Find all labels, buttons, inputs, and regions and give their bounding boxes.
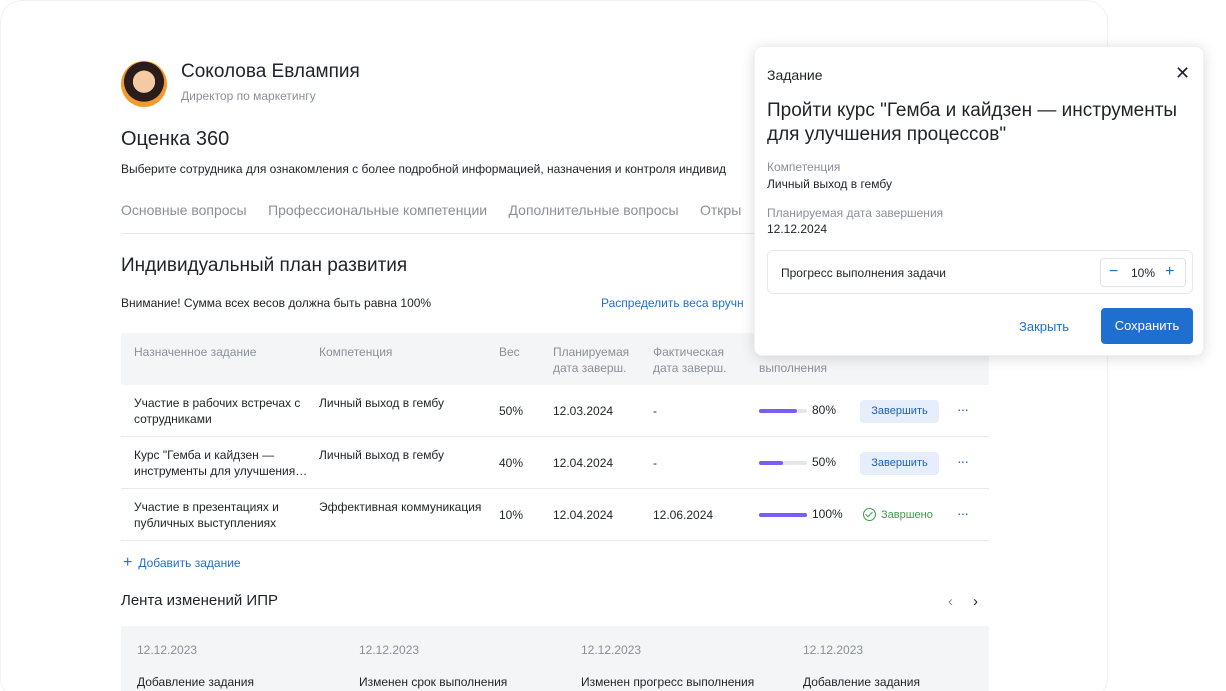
person-role: Директор по маркетингу [181,89,316,103]
status-badge: Завршено [863,508,933,521]
row-competence: Личный выход в гембу [319,448,444,462]
avatar [121,61,167,107]
page-title: Оценка 360 [121,128,230,150]
feed-title: Лента изменений ИПР [121,592,278,609]
save-button[interactable]: Сохранить [1101,308,1193,344]
close-icon[interactable]: ✕ [1175,63,1190,84]
row-weight: 40% [499,456,524,470]
chevron-right-icon[interactable]: › [973,593,978,610]
feed-panel: 12.12.2023 Добавление задания 12.12.2023… [121,626,989,691]
close-button[interactable]: Закрыть [1019,319,1069,334]
weights-warning: Внимание! Сумма всех весов должна быть р… [121,296,432,310]
header-plan-date: Планируемая дата заверш. [553,345,630,375]
feed-date: 12.12.2023 [803,643,864,657]
tasks-table: Назначенное задание Компетенция Вес План… [121,333,989,541]
feed-date: 12.12.2023 [359,643,420,657]
header-fact-date: Фактическая дата заверш. [653,345,727,375]
modal-header: Задание [767,67,823,83]
minus-icon[interactable]: − [1109,263,1118,281]
competence-value: Личный выход в гембу [767,177,892,191]
row-competence: Эффективная коммуникация [319,500,482,514]
page-description: Выберите сотрудника для ознакомления с б… [121,162,727,176]
row-competence: Личный выход в гембу [319,396,444,410]
progress-value: 100% [812,507,843,521]
header-weight: Вес [499,345,520,359]
progress-box: Прогресс выполнения задачи − 10% + [767,250,1193,294]
feed-item: 12.12.2023 Добавление задания [803,643,1013,689]
person-name: Соколова Евлампия [181,61,360,82]
add-task-label: Добавить задание [138,556,241,570]
plus-icon[interactable]: + [1165,263,1174,281]
more-icon[interactable]: ··· [957,505,969,521]
more-icon[interactable]: ··· [957,401,969,417]
more-icon[interactable]: ··· [957,453,969,469]
progress-bar [759,513,807,517]
row-task: Участие в презентациях и публичных высту… [134,500,279,530]
date-value: 12.12.2024 [767,222,828,236]
row-task: Курс "Гемба и кайдзен — инструменты для … [134,448,308,478]
tab-additional-questions[interactable]: Дополнительные вопросы [509,202,679,218]
feed-text: Добавление задания [137,675,254,689]
progress-label: Прогресс выполнения задачи [781,266,946,280]
status-text: Завршено [881,508,933,521]
row-fact-date: - [653,456,657,470]
progress-fill [759,461,783,465]
row-fact-date: - [653,404,657,418]
feed-text: Изменен прогресс выполнения [581,675,755,689]
check-circle-icon [863,508,876,521]
task-modal: Задание ✕ Пройти курс "Гемба и кайдзен —… [754,46,1204,356]
progress-value: 80% [812,403,837,417]
tab-main-questions[interactable]: Основные вопросы [121,202,247,218]
plus-icon: + [123,554,133,571]
tab-professional-competencies[interactable]: Профессиональные компетенции [268,202,487,218]
row-weight: 10% [499,508,524,522]
feed-date: 12.12.2023 [137,643,198,657]
feed-item: 12.12.2023 Изменен срок выполнения [359,643,569,689]
chevron-left-icon[interactable]: ‹ [948,593,953,610]
finish-button[interactable]: Завершить [860,452,939,475]
table-row[interactable]: Участие в рабочих встречах с сотрудникам… [121,385,989,437]
add-task-button[interactable]: + Добавить задание [123,554,241,571]
competence-label: Компетенция [767,160,841,174]
plan-title: Индивидуальный план развития [121,255,408,276]
feed-item: 12.12.2023 Добавление задания [137,643,347,689]
header-task: Назначенное задание [134,345,257,359]
row-fact-date: 12.06.2024 [653,508,714,522]
progress-stepper[interactable]: − 10% + [1100,258,1186,287]
distribute-weights-link[interactable]: Распределить веса вручн [601,296,744,310]
feed-date: 12.12.2023 [581,643,642,657]
progress-bar [759,409,807,413]
row-task: Участие в рабочих встречах с сотрудникам… [134,396,301,426]
table-row[interactable]: Участие в презентациях и публичных высту… [121,489,989,541]
header-competence: Компетенция [319,345,393,359]
progress-bar [759,461,807,465]
table-row[interactable]: Курс "Гемба и кайдзен — инструменты для … [121,437,989,489]
row-plan-date: 12.04.2024 [553,456,614,470]
finish-button[interactable]: Завершить [860,400,939,423]
row-weight: 50% [499,404,524,418]
feed-text: Добавление задания [803,675,920,689]
feed-text: Изменен срок выполнения [359,675,508,689]
progress-fill [759,513,807,517]
modal-title: Пройти курс "Гемба и кайдзен — инструмен… [767,100,1178,145]
stepper-value[interactable]: 10% [1131,266,1155,280]
row-plan-date: 12.04.2024 [553,508,614,522]
date-label: Планируемая дата завершения [767,206,944,220]
progress-value: 50% [812,455,837,469]
row-plan-date: 12.03.2024 [553,404,614,418]
progress-fill [759,409,798,413]
tab-open[interactable]: Откры [700,202,741,218]
header-progress: выполнения [759,361,828,375]
feed-item: 12.12.2023 Изменен прогресс выполнения [581,643,791,689]
